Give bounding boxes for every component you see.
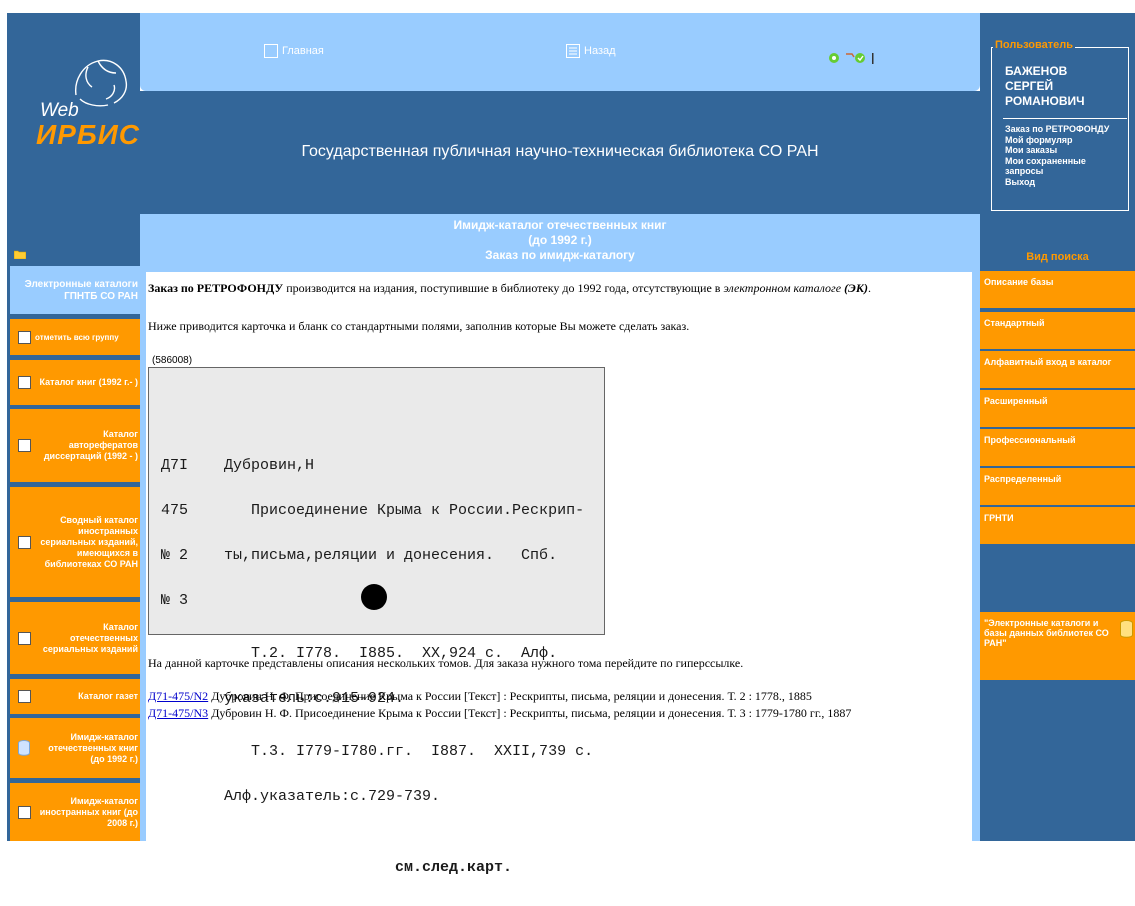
card-punch-hole	[361, 584, 387, 610]
search-type-title: Вид поиска	[1026, 251, 1089, 263]
checkbox[interactable]	[18, 535, 31, 549]
ecatalogs-sb-ras-label: "Электронные каталоги и базы данных библ…	[984, 618, 1109, 648]
search-extended[interactable]: Расширенный	[980, 390, 1135, 427]
user-name-line: БАЖЕНОВ	[1005, 64, 1068, 78]
search-alphabetical[interactable]: Алфавитный вход в каталог	[980, 351, 1135, 388]
record-2-text: Дубровин Н. Ф. Присоединение Крыма к Рос…	[208, 706, 852, 720]
library-title: Государственная публичная научно-техниче…	[301, 143, 819, 160]
card-line: Алф.указатель:с.729-739.	[161, 788, 441, 805]
main-header-line: Имидж-каталог отечественных книг	[453, 218, 667, 232]
back-label: Назад	[584, 45, 616, 57]
retrofund-order-link[interactable]: Заказ по РЕТРОФОНДУ	[1005, 124, 1125, 135]
image-catalog-domestic-label: Имидж-каталог отечественных книг (до 199…	[48, 731, 138, 764]
search-distributed[interactable]: Распределенный	[980, 468, 1135, 505]
intro-bolditalic: (ЭК)	[841, 281, 869, 295]
ecatalogs-sb-ras-link[interactable]: "Электронные каталоги и базы данных библ…	[980, 612, 1135, 680]
intro-italic: электронном каталоге	[723, 281, 842, 295]
main-header-line: Заказ по имидж-каталогу	[485, 248, 635, 262]
image-catalog-domestic-item[interactable]: Имидж-каталог отечественных книг (до 199…	[10, 718, 140, 778]
catalog-card-image: Д7I Дубровин,Н 475 Присоединение Крыма к…	[148, 367, 605, 875]
catalog-books-item[interactable]: Каталог книг (1992 г.- )	[10, 360, 140, 405]
checkbox[interactable]	[18, 805, 31, 819]
search-grnti[interactable]: ГРНТИ	[980, 507, 1135, 544]
user-legend: Пользователь	[993, 39, 1076, 51]
main-content: Заказ по РЕТРОФОНДУ производится на изда…	[146, 276, 972, 875]
checkbox[interactable]	[18, 330, 31, 344]
logout-link[interactable]: Выход	[1005, 177, 1125, 188]
catalog-abstracts-label: Каталог авторефератов диссертаций (1992 …	[43, 429, 138, 461]
my-formular-link[interactable]: Мой формуляр	[1005, 135, 1125, 146]
card-line: 475 Присоединение Крыма к России.Рескрип…	[161, 502, 585, 519]
search-db-description[interactable]: Описание базы	[980, 271, 1135, 308]
checkbox[interactable]	[18, 376, 31, 389]
database-icon	[18, 740, 30, 756]
logo-irbis-text: ИРБИС	[36, 119, 140, 150]
image-catalog-foreign-label: Имидж-каталог иностранных книг (до 2008 …	[39, 795, 138, 828]
content-border-right	[972, 272, 980, 841]
record-2-link[interactable]: Д71-475/N3	[148, 706, 208, 720]
main-header: Имидж-каталог отечественных книг (до 199…	[140, 214, 980, 272]
home-label: Главная	[282, 45, 324, 57]
user-name: БАЖЕНОВ СЕРГЕЙ РОМАНОВИЧ	[1005, 64, 1115, 109]
intro-bold: Заказ по РЕТРОФОНДУ	[148, 281, 284, 295]
checkbox[interactable]	[18, 690, 31, 703]
plugin-icons[interactable]	[828, 51, 878, 65]
catalog-books-label: Каталог книг (1992 г.- )	[39, 377, 138, 387]
card-line: см.след.карт.	[161, 859, 513, 876]
user-name-line: СЕРГЕЙ	[1005, 79, 1054, 93]
home-icon	[264, 44, 278, 58]
select-all-button[interactable]: отметить всю группу	[10, 319, 140, 355]
document-back-icon	[566, 44, 580, 58]
intro-text: производится на издания, поступившие в б…	[283, 281, 724, 295]
intro-paragraph: Заказ по РЕТРОФОНДУ производится на изда…	[148, 281, 948, 296]
intro-end: .	[868, 281, 872, 295]
saved-queries-link[interactable]: Мои сохраненные запросы	[1005, 156, 1125, 177]
search-professional[interactable]: Профессиональный	[980, 429, 1135, 466]
note-paragraph: На данной карточке представлены описания…	[148, 656, 744, 670]
catalog-serials-domestic-label: Каталог отечественных сериальных изданий	[42, 621, 138, 654]
record-2: Д71-475/N3 Дубровин Н. Ф. Присоединение …	[148, 706, 948, 721]
catalogs-header: Электронные каталоги ГПНТБ СО РАН	[10, 266, 140, 314]
main-header-line: (до 1992 г.)	[528, 233, 592, 247]
card-id: (586008)	[152, 355, 193, 366]
record-1-link[interactable]: Д71-475/N2	[148, 689, 208, 703]
catalog-serials-foreign-label: Сводный каталог иностранных сериальных и…	[40, 514, 138, 569]
catalog-serials-domestic-item[interactable]: Каталог отечественных сериальных изданий	[10, 602, 140, 674]
user-divider	[1003, 118, 1127, 119]
user-name-line: РОМАНОВИЧ	[1005, 94, 1085, 108]
record-1: Д71-475/N2 Дубровин Н. Ф. Присоединение …	[148, 689, 948, 704]
search-standard[interactable]: Стандартный	[980, 312, 1135, 349]
checkbox[interactable]	[18, 631, 31, 645]
home-link[interactable]: Главная	[264, 44, 324, 58]
record-1-text: Дубровин Н. Ф. Присоединение Крыма к Рос…	[208, 689, 812, 703]
user-links: Заказ по РЕТРОФОНДУ Мой формуляр Мои зак…	[1005, 124, 1125, 187]
card-line: Т.3. I779-I780.гг. I887. XXII,739 с.	[161, 743, 594, 760]
catalog-newspapers-label: Каталог газет	[78, 691, 138, 701]
card-line: № 2 ты,письма,реляции и донесения. Спб.	[161, 547, 558, 564]
select-all-label: отметить всю группу	[35, 332, 119, 342]
catalog-serials-foreign-item[interactable]: Сводный каталог иностранных сериальных и…	[10, 487, 140, 597]
image-catalog-foreign-item[interactable]: Имидж-каталог иностранных книг (до 2008 …	[10, 783, 140, 841]
card-line: Д7I Дубровин,Н	[161, 457, 315, 474]
catalog-abstracts-item[interactable]: Каталог авторефератов диссертаций (1992 …	[10, 409, 140, 482]
folder-icon[interactable]	[14, 250, 26, 259]
my-orders-link[interactable]: Мои заказы	[1005, 145, 1125, 156]
intro-line2: Ниже приводится карточка и бланк со стан…	[148, 319, 690, 333]
back-link[interactable]: Назад	[566, 44, 616, 58]
database-icon	[1120, 620, 1133, 638]
checkbox[interactable]	[18, 439, 31, 452]
catalog-newspapers-item[interactable]: Каталог газет	[10, 679, 140, 714]
